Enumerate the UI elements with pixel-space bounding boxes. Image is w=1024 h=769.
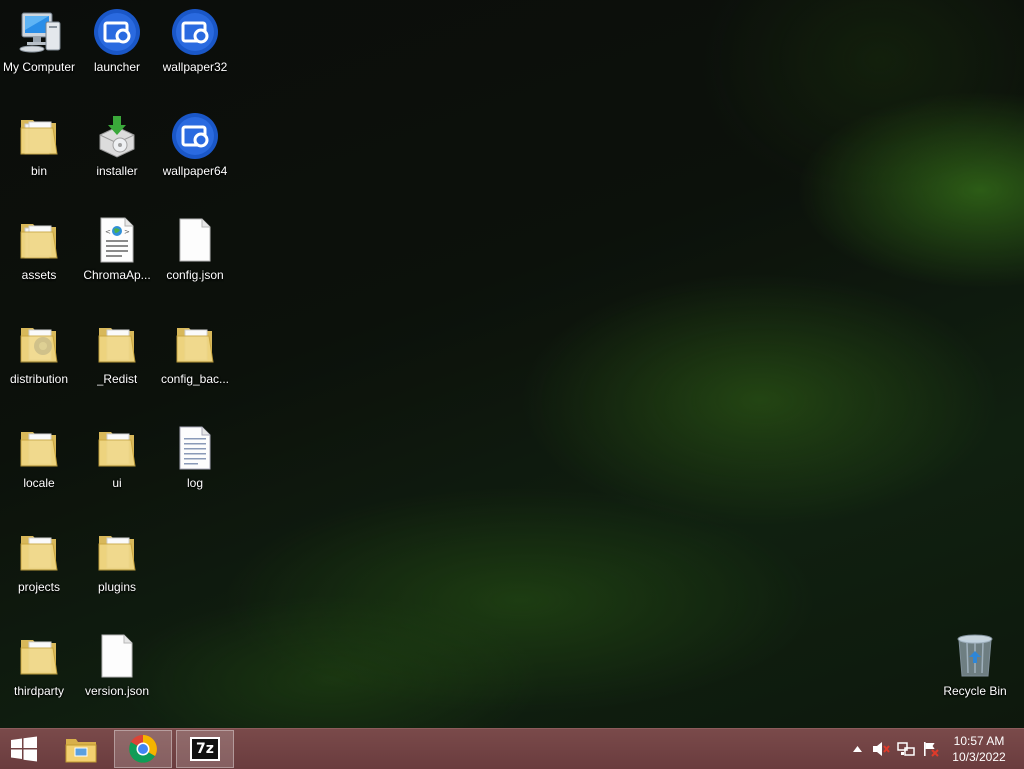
- taskbar-file-explorer-button[interactable]: [52, 730, 110, 768]
- svg-text:<: <: [105, 228, 111, 236]
- desktop-icon-projects[interactable]: projects: [0, 522, 79, 618]
- desktop-icon-label: installer: [96, 164, 138, 178]
- desktop-icon-label: locale: [23, 476, 55, 490]
- desktop-icon-label: ChromaAp...: [83, 268, 151, 282]
- folder-icon: [93, 528, 141, 576]
- computer-icon: [15, 8, 63, 56]
- desktop-icon-label: Recycle Bin: [943, 684, 1007, 698]
- taskbar-chrome-button[interactable]: [114, 730, 172, 768]
- chrome-icon: [129, 735, 157, 763]
- folder-icon: [93, 320, 141, 368]
- html-file-icon: < >: [93, 216, 141, 264]
- desktop-icon-label: My Computer: [2, 60, 76, 74]
- file-explorer-icon: [65, 739, 97, 763]
- clock-date: 10/3/2022: [952, 750, 1006, 764]
- desktop-icon-redist[interactable]: _Redist: [77, 314, 157, 410]
- desktop-icon-my-computer[interactable]: My Computer: [0, 2, 79, 98]
- desktop-icon-log[interactable]: log: [155, 418, 235, 514]
- show-hidden-icons-button[interactable]: [848, 729, 866, 769]
- desktop-icon-label: launcher: [93, 60, 141, 74]
- folder-icon: [15, 112, 63, 160]
- tray-action-center-button[interactable]: [920, 729, 942, 769]
- folder-icon: [93, 424, 141, 472]
- wallpaper-engine-icon: [171, 112, 219, 160]
- folder-icon: [15, 424, 63, 472]
- taskbar: 7z 10:57 AM 10/3/2022: [0, 728, 1024, 769]
- installer-icon: [93, 112, 141, 160]
- desktop-icon-label: bin: [30, 164, 47, 178]
- recycle-bin-icon: [951, 632, 999, 680]
- desktop-icon-config-json[interactable]: config.json: [155, 210, 235, 306]
- start-button[interactable]: [0, 729, 48, 769]
- desktop-icon-label: distribution: [9, 372, 69, 386]
- folder-icon: [15, 632, 63, 680]
- text-file-icon: [171, 424, 219, 472]
- taskbar-clock[interactable]: 10:57 AM 10/3/2022: [944, 733, 1014, 765]
- desktop-icon-label: plugins: [97, 580, 137, 594]
- desktop-icon-locale[interactable]: locale: [0, 418, 79, 514]
- desktop-icon-label: log: [186, 476, 203, 490]
- tray-volume-button[interactable]: [870, 729, 892, 769]
- tray-network-button[interactable]: [895, 729, 917, 769]
- desktop-icon-bin[interactable]: bin: [0, 106, 79, 202]
- desktop-icon-assets[interactable]: assets: [0, 210, 79, 306]
- volume-muted-icon: [873, 742, 890, 756]
- 7zip-icon-label: 7z: [196, 741, 214, 757]
- desktop-icon-launcher[interactable]: launcher: [77, 2, 157, 98]
- desktop-icon-plugins[interactable]: plugins: [77, 522, 157, 618]
- desktop-icon-label: version.json: [84, 684, 150, 698]
- chevron-up-icon: [852, 746, 862, 752]
- desktop-icon-ui[interactable]: ui: [77, 418, 157, 514]
- clock-time: 10:57 AM: [953, 734, 1005, 748]
- desktop-icon-wallpaper64[interactable]: wallpaper64: [155, 106, 235, 202]
- desktop-icon-thirdparty[interactable]: thirdparty: [0, 626, 79, 722]
- desktop-icon-label: _Redist: [96, 372, 138, 386]
- wallpaper-engine-icon: [93, 8, 141, 56]
- taskbar-7zip-button[interactable]: 7z: [176, 730, 234, 768]
- desktop-icon-label: config.json: [166, 268, 224, 282]
- desktop-icon-wallpaper32[interactable]: wallpaper32: [155, 2, 235, 98]
- desktop-icon-label: thirdparty: [13, 684, 65, 698]
- desktop-icon-label: ui: [112, 476, 122, 490]
- desktop-icon-installer[interactable]: installer: [77, 106, 157, 202]
- wallpaper-engine-icon: [171, 8, 219, 56]
- blank-file-icon: [171, 216, 219, 264]
- desktop-icon-distribution[interactable]: distribution: [0, 314, 79, 410]
- desktop-icon-label: wallpaper32: [162, 60, 228, 74]
- desktop-icon-label: projects: [17, 580, 61, 594]
- desktop-icon-label: assets: [21, 268, 57, 282]
- action-center-flag-icon: [924, 742, 939, 757]
- folder-icon: [171, 320, 219, 368]
- desktop-icon-config-backup[interactable]: config_bac...: [155, 314, 235, 410]
- desktop-icon-label: config_bac...: [160, 372, 230, 386]
- desktop-icon-label: wallpaper64: [162, 164, 228, 178]
- network-icon: [897, 742, 915, 756]
- folder-icon: [15, 216, 63, 264]
- folder-icon: [15, 320, 63, 368]
- desktop-icon-recycle-bin[interactable]: Recycle Bin: [935, 626, 1015, 722]
- desktop-icon-version-json[interactable]: version.json: [77, 626, 157, 722]
- blank-file-icon: [93, 632, 141, 680]
- 7zip-icon: 7z: [190, 737, 220, 761]
- svg-text:>: >: [124, 228, 130, 236]
- folder-icon: [15, 528, 63, 576]
- windows-logo-icon: [11, 736, 37, 762]
- desktop-icon-chroma-app[interactable]: < > ChromaAp...: [77, 210, 157, 306]
